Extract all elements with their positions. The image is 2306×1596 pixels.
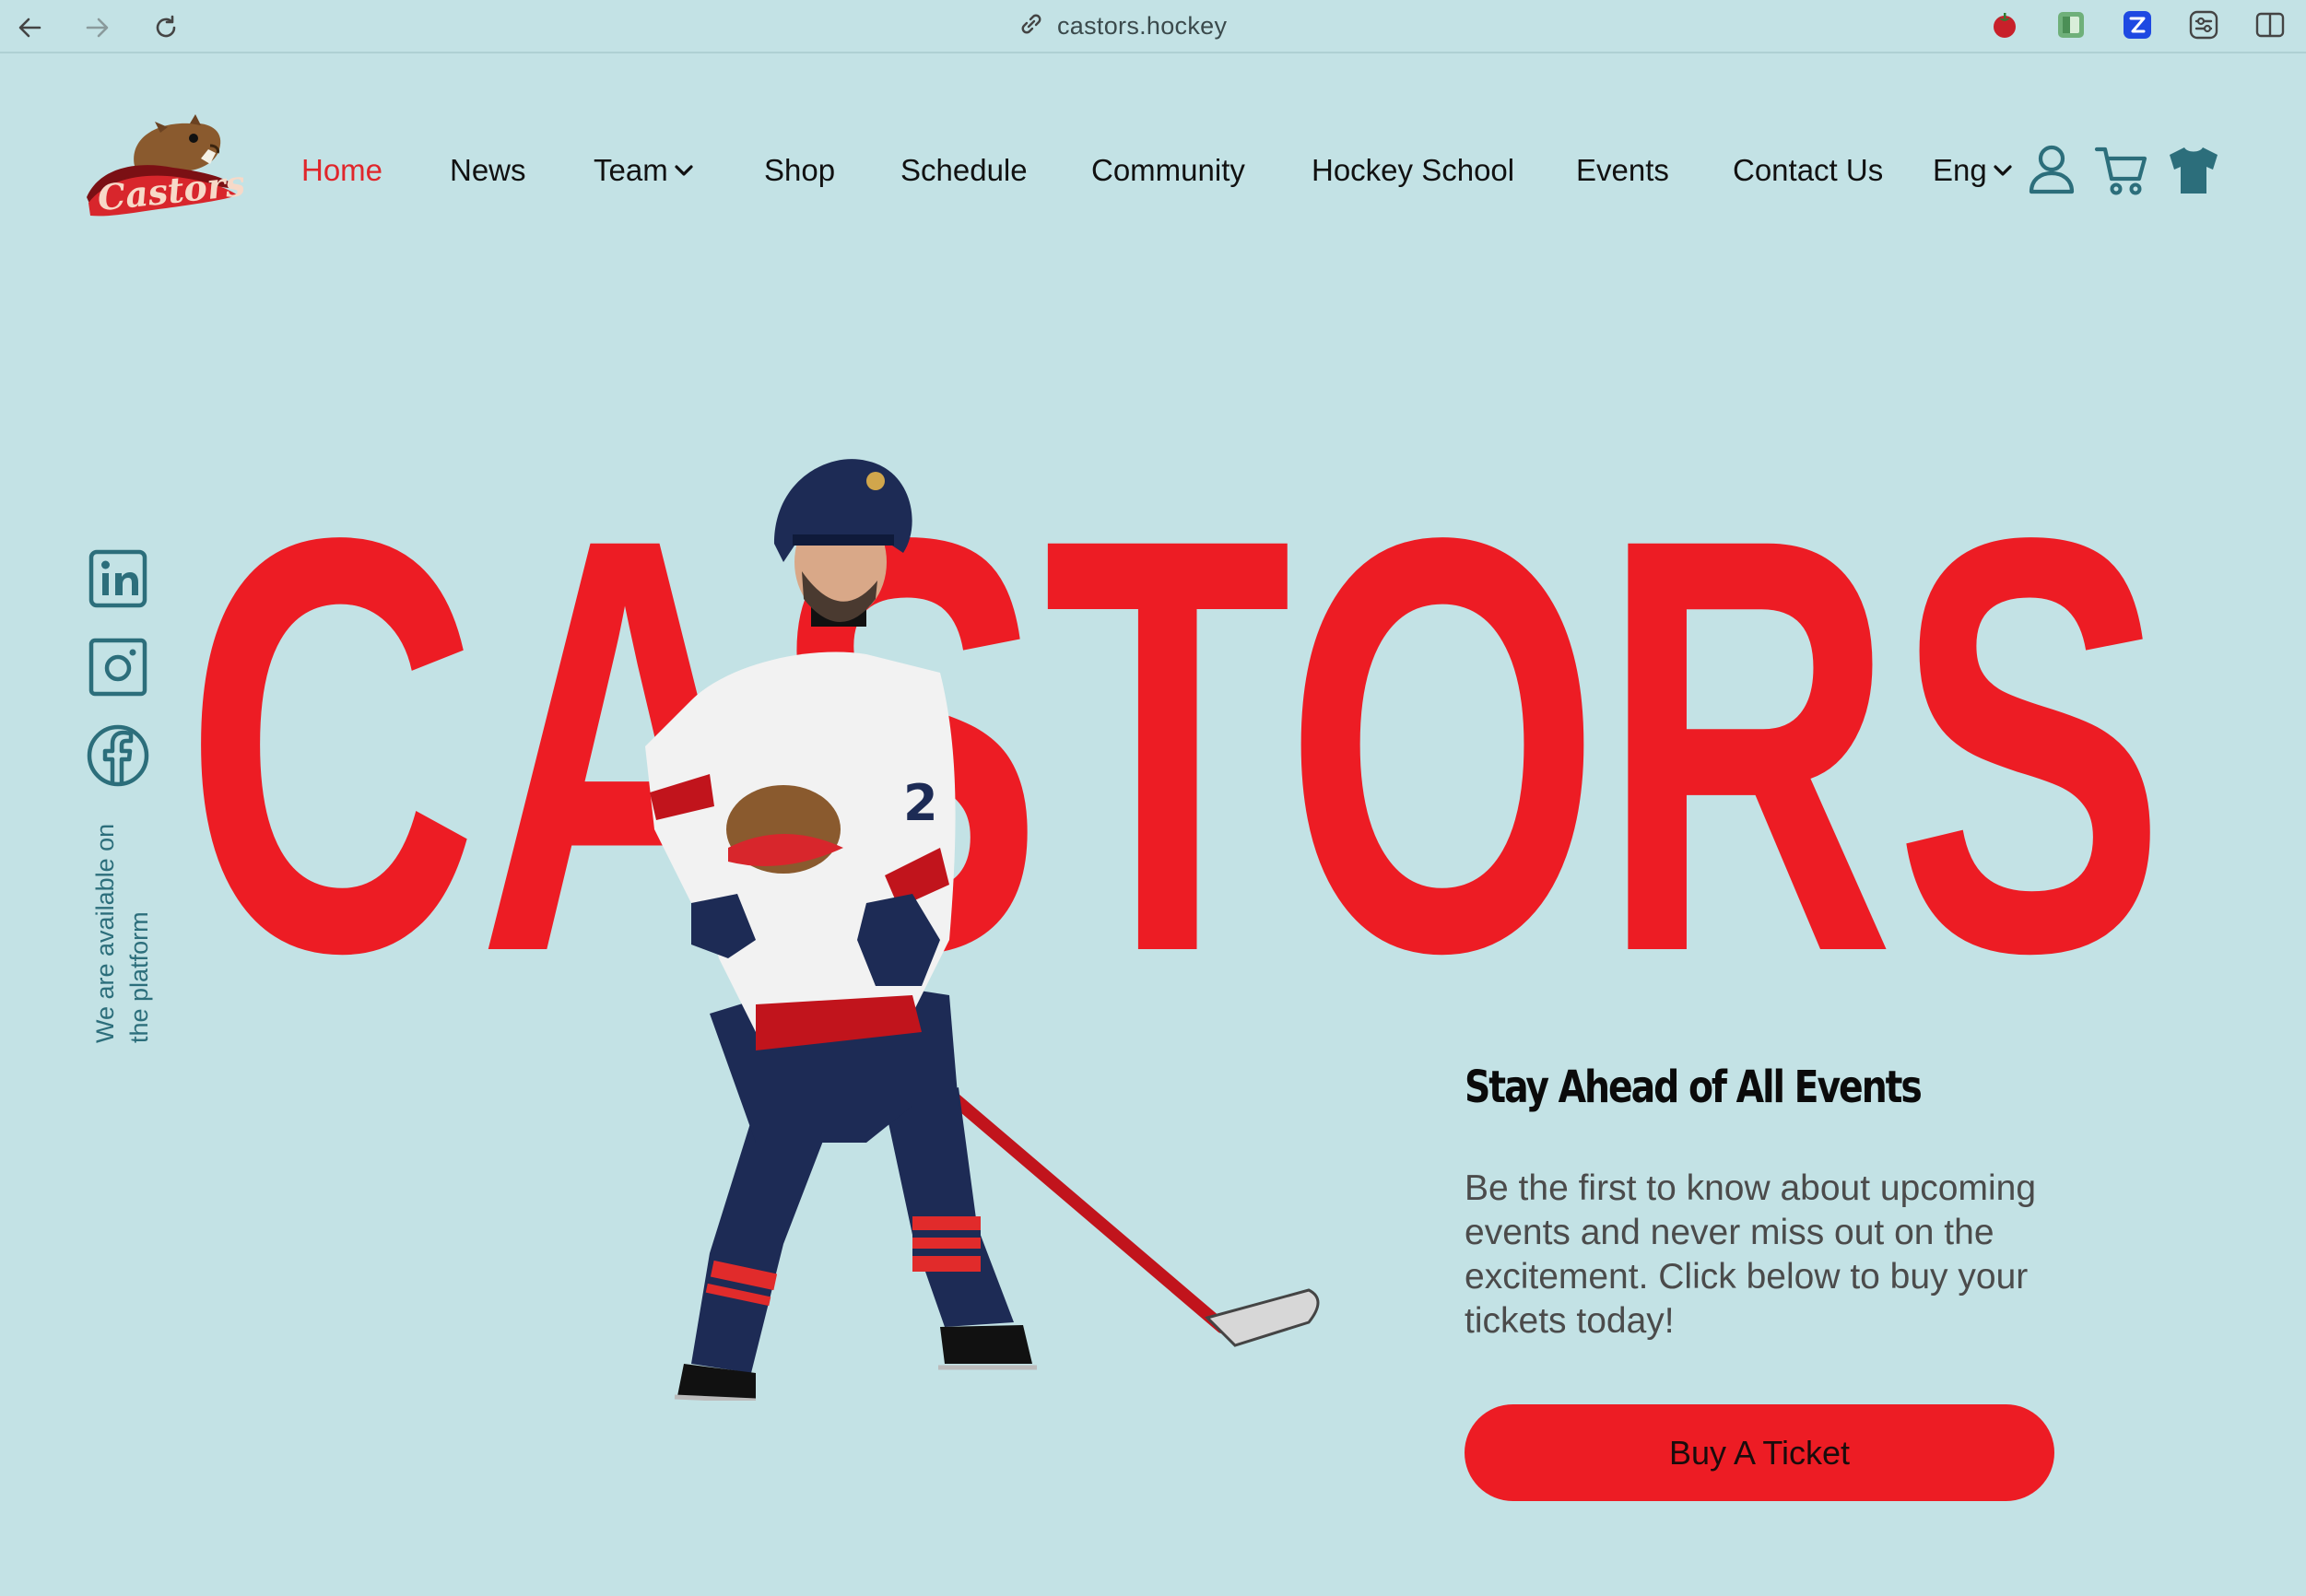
buy-ticket-button[interactable]: Buy A Ticket [1465,1404,2054,1501]
promo-title: Stay Ahead of All Events [1465,1062,1923,1113]
blue-extension-icon[interactable] [2120,7,2155,42]
nav-community[interactable]: Community [1091,153,1245,188]
nav-schedule[interactable]: Schedule [900,153,1028,188]
nav-home[interactable]: Home [301,153,382,188]
nav-events-label: Events [1576,153,1669,187]
chevron-down-icon [675,165,693,176]
nav-home-label: Home [301,153,383,187]
nav-events[interactable]: Events [1576,153,1669,188]
linkedin-icon[interactable] [85,546,151,612]
link-icon [1018,11,1044,41]
nav-team-label: Team [594,153,668,187]
tomato-extension-icon[interactable] [1987,7,2022,42]
nav-hockey-school[interactable]: Hockey School [1312,153,1514,188]
jersey-icon[interactable] [2166,142,2221,197]
reload-icon[interactable] [147,9,184,46]
cart-icon[interactable] [2094,142,2149,197]
nav-news-label: News [450,153,526,187]
nav-contact-us-label: Contact Us [1733,153,1884,187]
nav-shop[interactable]: Shop [764,153,835,188]
url-text: castors.hockey [1057,11,1228,40]
nav-hockey-school-label: Hockey School [1312,153,1515,187]
address-bar[interactable]: castors.hockey [1018,7,1227,44]
browser-toolbar: castors.hockey [0,0,2306,53]
nav-contact-us[interactable]: Contact Us [1733,153,1883,188]
jersey-number: 2 [903,774,938,832]
nav-community-label: Community [1091,153,1245,187]
instagram-icon[interactable] [85,634,151,700]
facebook-icon[interactable] [85,722,151,789]
sidebar-toggle-icon[interactable] [2253,7,2288,42]
forward-arrow-icon[interactable] [79,9,116,46]
promo-text: Be the first to know about upcoming even… [1465,1168,2037,1341]
settings-extension-icon[interactable] [2186,7,2221,42]
castors-logo[interactable]: Castors [81,112,247,227]
hockey-player-image: 2 [645,459,1320,1401]
social-platform-note: We are available on the platform [91,823,153,1043]
nav-team[interactable]: Team [594,153,694,188]
language-label: Eng [1933,153,1987,187]
nav-shop-label: Shop [764,153,836,187]
nav-schedule-label: Schedule [900,153,1028,187]
user-icon[interactable] [2024,142,2079,197]
nav-news[interactable]: News [450,153,526,188]
chevron-down-icon [1994,165,2012,176]
language-selector[interactable]: Eng [1933,153,2013,188]
page: castors.hockey Castors Home News Team Sh… [0,0,2306,1596]
notes-extension-icon[interactable] [2053,7,2088,42]
back-arrow-icon[interactable] [11,9,48,46]
